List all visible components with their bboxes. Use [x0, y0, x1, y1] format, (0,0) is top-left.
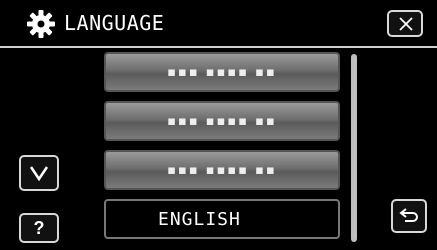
header: LANGUAGE: [0, 0, 437, 46]
help-button[interactable]: ?: [19, 213, 59, 243]
header-divider: [0, 46, 437, 48]
language-option[interactable]: ▪▪▪ ▪▪▪▪ ▪▪: [104, 150, 340, 190]
language-option-label: ▪▪▪ ▪▪▪▪ ▪▪: [167, 64, 277, 80]
scroll-down-button[interactable]: [19, 155, 59, 191]
language-option-label: ENGLISH: [158, 208, 241, 230]
close-icon: [399, 17, 413, 31]
back-button[interactable]: [391, 199, 427, 233]
close-button[interactable]: [387, 10, 423, 37]
language-option-english[interactable]: ENGLISH: [104, 199, 340, 239]
gear-icon: [26, 9, 56, 39]
return-icon: [399, 208, 418, 222]
chevron-down-icon: [29, 166, 49, 182]
scrollbar[interactable]: [351, 54, 357, 242]
page-title: LANGUAGE: [64, 11, 165, 35]
language-option-label: ▪▪▪ ▪▪▪▪ ▪▪: [167, 162, 277, 178]
language-option-label: ▪▪▪ ▪▪▪▪ ▪▪: [167, 113, 277, 129]
language-option[interactable]: ▪▪▪ ▪▪▪▪ ▪▪: [104, 101, 340, 141]
language-option[interactable]: ▪▪▪ ▪▪▪▪ ▪▪: [104, 52, 340, 92]
